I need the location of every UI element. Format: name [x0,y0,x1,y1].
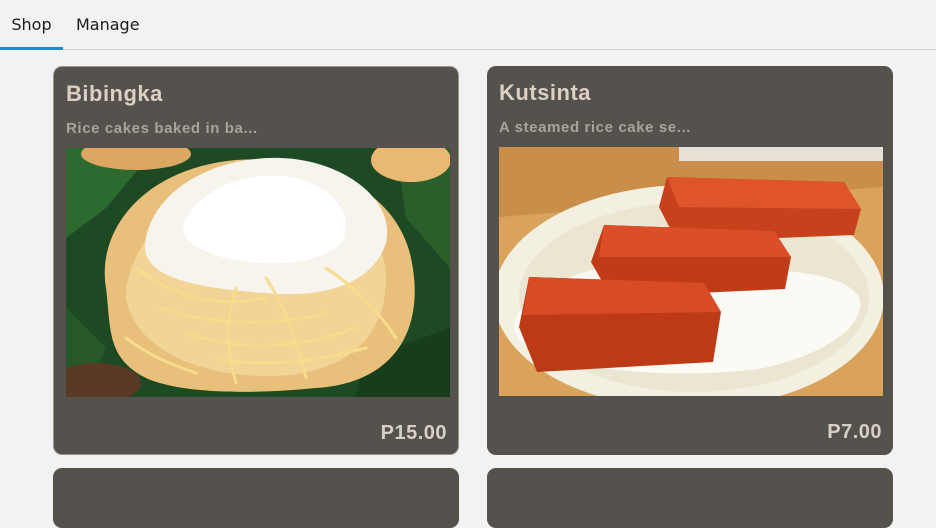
tab-manage[interactable]: Manage [76,0,140,49]
bibingka-photo [66,148,450,397]
product-card[interactable] [53,468,459,528]
product-price: P15.00 [380,422,447,444]
product-card-kutsinta[interactable]: Kutsinta A steamed rice cake se... P7.00 [487,66,893,455]
tab-shop[interactable]: Shop [0,0,63,50]
tab-bar: Shop Manage [0,0,936,50]
product-card-bibingka[interactable]: Bibingka Rice cakes baked in ba... P15.0… [53,66,459,455]
product-price: P7.00 [827,421,882,443]
product-name: Bibingka [66,81,163,106]
product-card[interactable] [487,468,893,528]
product-description: A steamed rice cake se... [499,119,692,136]
product-name: Kutsinta [499,80,591,105]
kutsinta-photo [499,147,883,396]
product-description: Rice cakes baked in ba... [66,120,258,137]
